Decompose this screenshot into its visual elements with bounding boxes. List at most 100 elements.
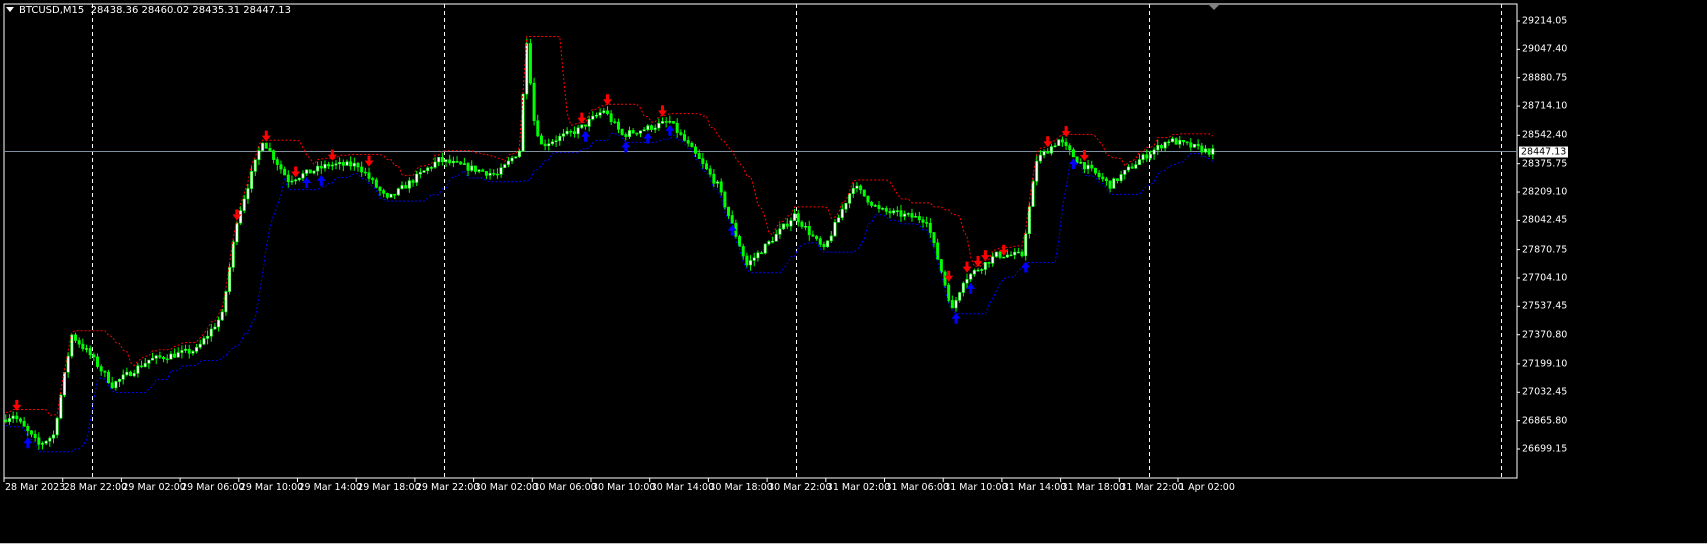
candle-body [396,188,400,196]
candle-body [246,188,250,200]
price-chart[interactable] [0,0,1707,544]
candle-body [855,185,859,189]
candle-body [778,228,782,235]
buy-arrow-icon [621,141,631,153]
candle-body [202,338,206,345]
triangle-down-icon[interactable] [6,7,14,12]
candle-body [697,153,701,160]
price-tick-label: 27870.75 [1522,244,1568,256]
candle-body [1035,160,1039,182]
candle-body [184,348,188,351]
candle-body [437,156,441,163]
candle-body [705,163,709,170]
candle-body [939,259,943,273]
candle-body [745,255,749,266]
candle-body [1167,141,1171,144]
candle-body [360,166,364,173]
candle-body [950,300,954,309]
candle-body [822,244,826,248]
candle-body [1112,178,1116,189]
candle-body [334,163,338,166]
candle-body [162,356,166,360]
candle-body [649,125,653,130]
candle-body [1141,154,1145,160]
candle-body [239,210,243,224]
candle-body [712,173,716,184]
candle-body [1090,164,1094,169]
price-tick-label: 27032.45 [1522,386,1568,398]
candle-body [572,131,576,135]
candle-body [1013,251,1017,256]
candle-body [217,319,221,328]
candle-body [466,163,470,171]
candle-body [532,82,536,122]
candle-body [1200,145,1204,153]
price-tick-label: 28042.45 [1522,214,1568,226]
candle-body [690,142,694,148]
candle-body [389,193,393,198]
candle-body [1020,251,1024,257]
candle-body [264,142,268,149]
buy-arrow-icon [951,312,961,324]
time-tick-label: 29 Mar 06:00 [181,482,245,493]
candle-body [81,343,85,350]
sell-arrow-icon [1043,136,1053,148]
candle-body [727,206,731,216]
sell-arrow-icon [364,155,374,167]
candle-body [374,179,378,188]
upper-band-line [5,36,1214,416]
candle-body [517,150,521,158]
candle-body [169,353,173,360]
candle-body [110,382,114,389]
candle-body [279,164,283,170]
candle-body [961,282,965,293]
time-tick-label: 31 Mar 06:00 [885,482,949,493]
candle-body [7,418,11,422]
chart-window[interactable]: BTCUSD,M15 28438.36 28460.02 28435.31 28… [0,0,1707,544]
candle-body [694,146,698,154]
candle-body [99,366,103,372]
candle-body [528,43,532,84]
candle-body [708,168,712,175]
candle-body [884,208,888,212]
candle-body [925,222,929,224]
candle-body [195,347,199,352]
candle-body [312,170,316,174]
candle-body [286,174,290,183]
candle-body [213,326,217,330]
candle-body [591,115,595,120]
candle-body [455,161,459,163]
candle-body [305,169,309,174]
candle-body [77,340,81,345]
candle-body [774,233,778,242]
candle-body [683,134,687,141]
candle-body [92,354,96,358]
candle-body [873,205,877,207]
candle-body [848,193,852,204]
candle-body [569,130,573,133]
candle-body [48,437,52,442]
candle-body [404,185,408,189]
candle-body [1189,142,1193,148]
candle-body [103,370,107,373]
sell-arrow-icon [1061,126,1071,138]
sell-arrow-icon [602,94,612,106]
price-tick-label: 28209.10 [1522,186,1568,198]
candle-body [308,169,312,174]
candle-body [620,129,624,135]
candle-body [877,205,881,209]
candle-body [613,121,617,123]
time-tick-label: 29 Mar 10:00 [239,482,304,493]
candle-body [994,251,998,257]
time-tick-label: 31 Mar 22:00 [1120,482,1184,493]
candle-body [811,234,815,237]
candle-body [782,223,786,230]
price-tick-label: 27704.10 [1522,272,1568,284]
symbol-timeframe: BTCUSD,M15 [19,5,85,16]
candle-body [382,190,386,194]
candle-body [936,242,940,260]
candle-body [1170,138,1174,143]
candle-body [954,300,958,309]
candle-body [910,213,914,218]
candle-body [760,252,764,255]
